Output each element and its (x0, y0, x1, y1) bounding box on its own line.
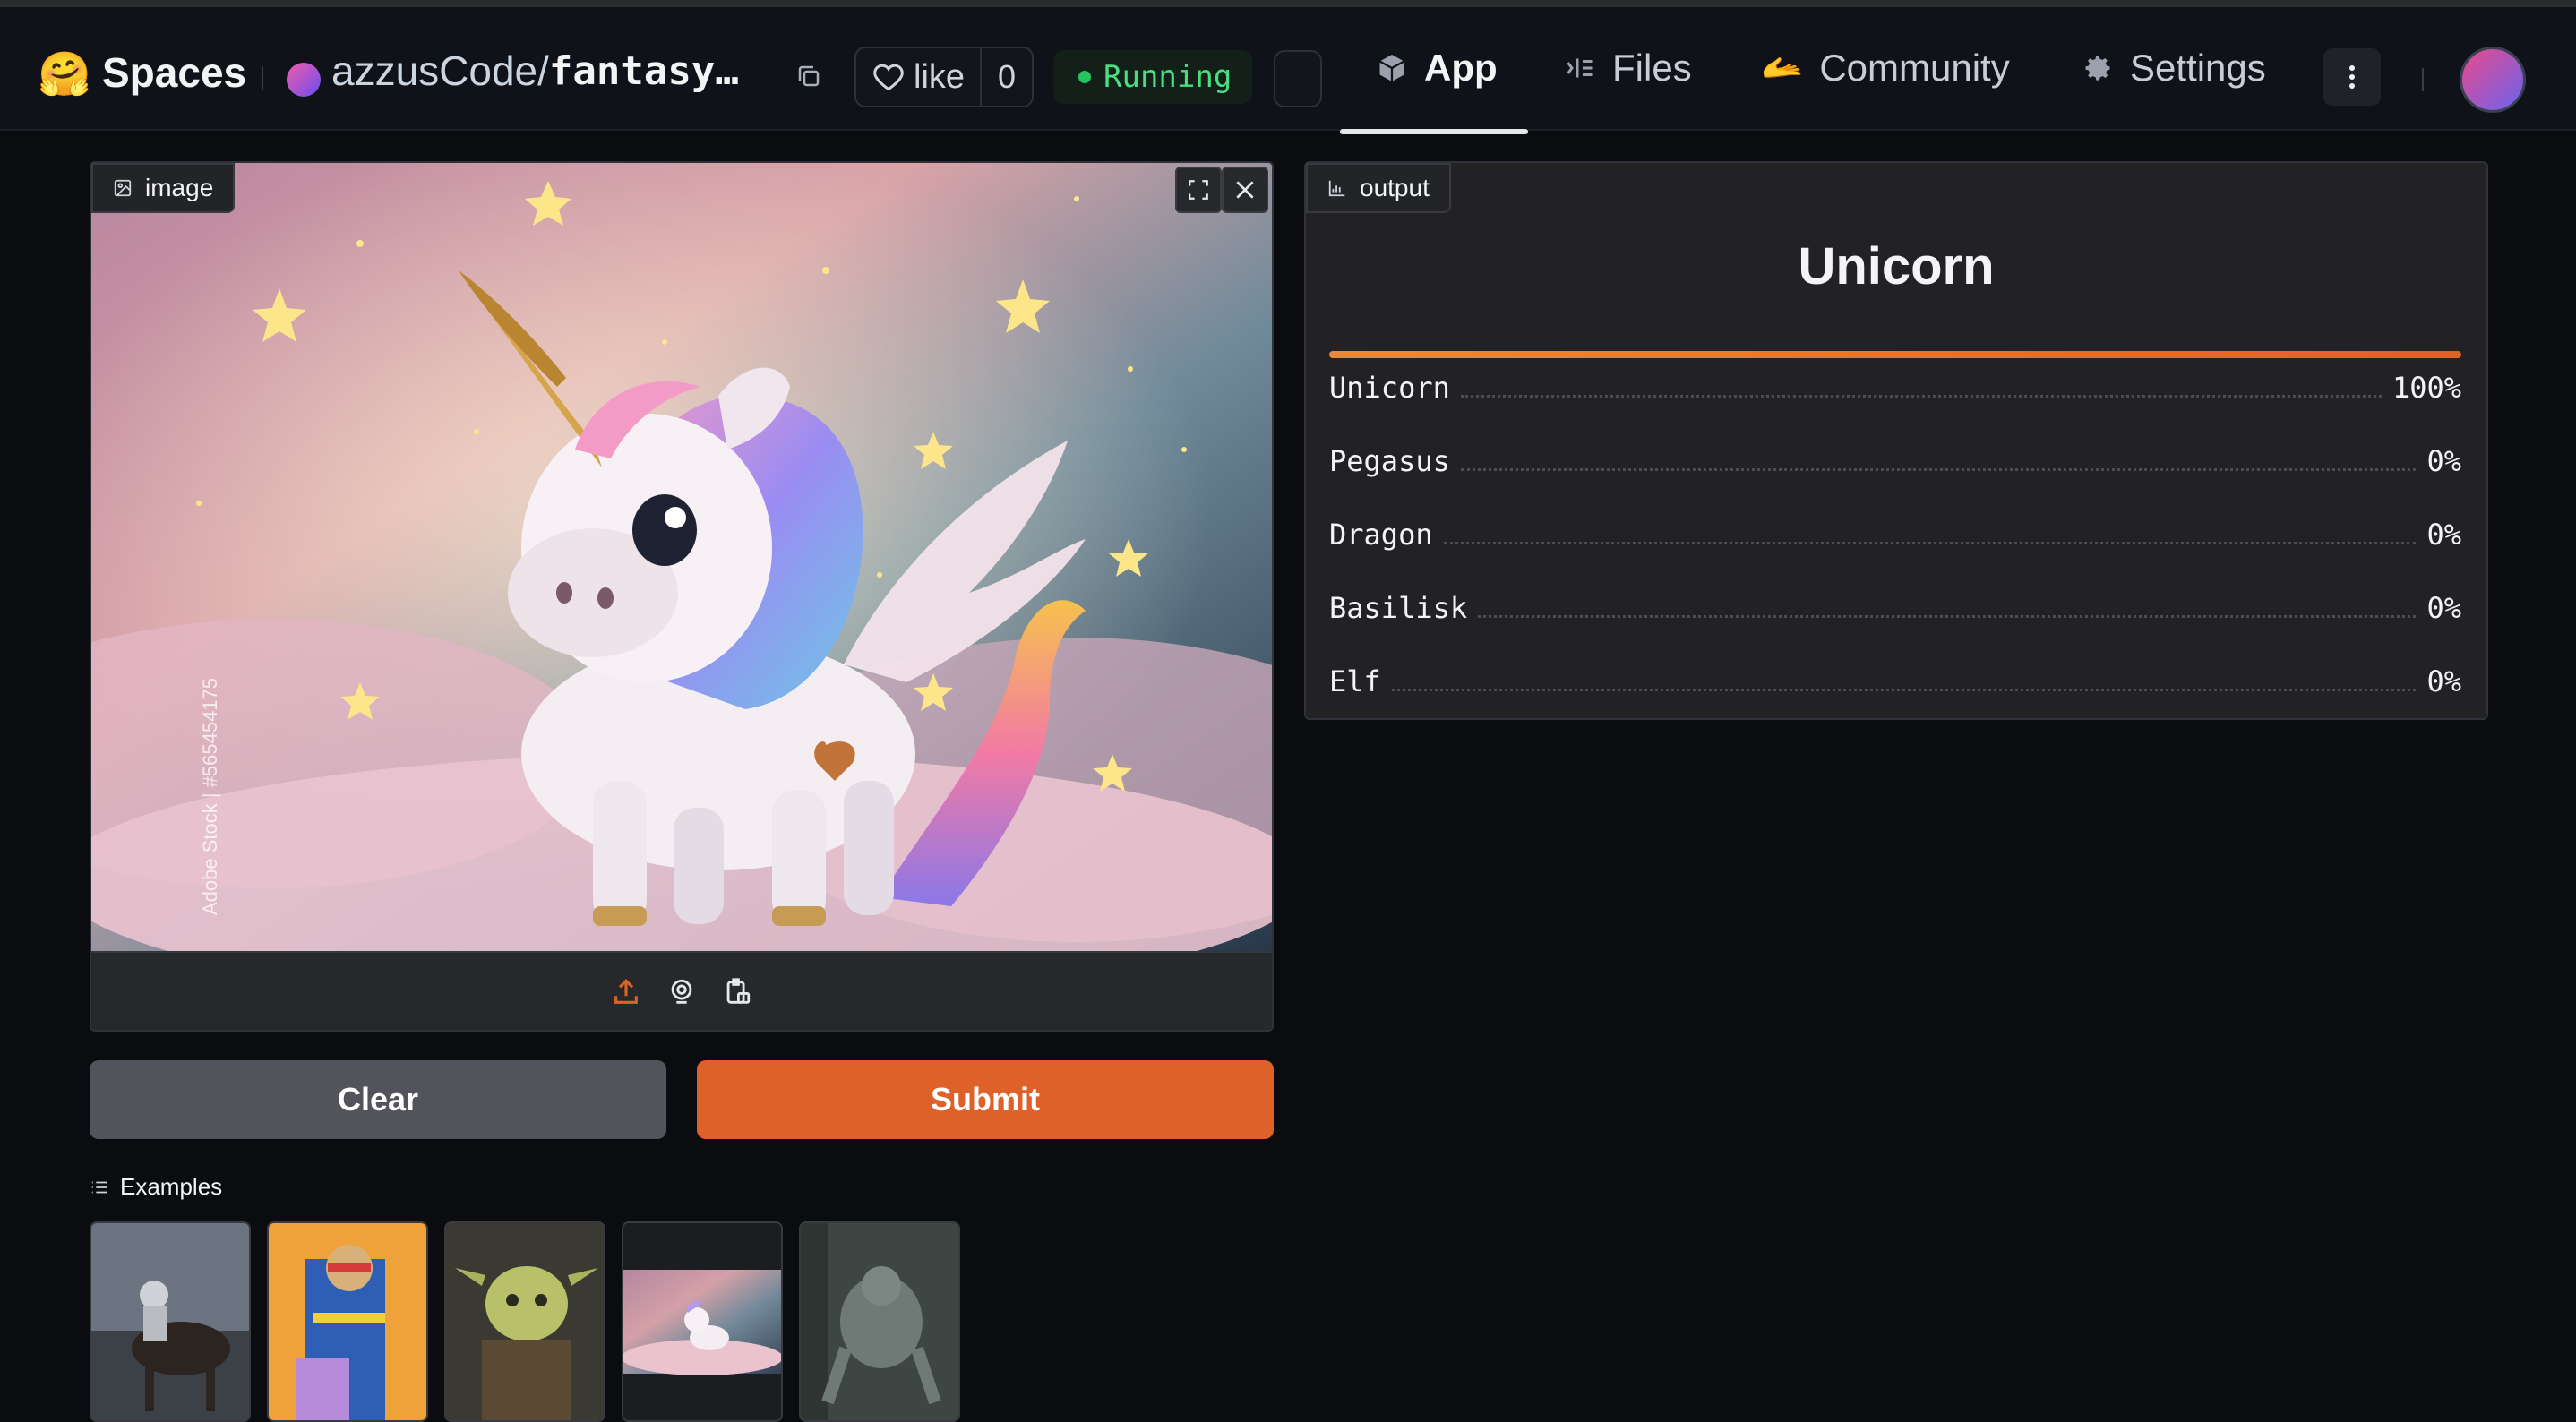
confidence-label: Unicorn (1329, 371, 1450, 405)
confidence-value: 0% (2426, 518, 2461, 552)
examples-label: Examples (120, 1173, 223, 1200)
leader-dots (1391, 689, 2417, 691)
confidence-row: Basilisk 0% (1329, 586, 2461, 625)
list-icon (91, 1181, 107, 1193)
example-centaur-image (91, 1223, 249, 1420)
confidence-label: Basilisk (1329, 591, 1468, 625)
like-button[interactable]: like 0 (854, 47, 1034, 107)
image-input-panel: image Adobe Stock | #565454175 (90, 161, 1274, 1032)
confidence-value: 100% (2391, 371, 2461, 405)
output-label: output (1306, 163, 1451, 213)
confidence-row: Dragon 0% (1329, 512, 2461, 552)
example-thumbnail[interactable] (444, 1221, 605, 1422)
confidence-value: 0% (2426, 444, 2461, 478)
tab-app-label: App (1424, 47, 1498, 89)
example-werewolf-image (801, 1223, 958, 1420)
example-goblin-image (446, 1223, 604, 1420)
clipboard-source-button[interactable] (719, 974, 755, 1010)
confidence-label: Elf (1329, 664, 1381, 698)
image-input-label: image (91, 163, 236, 213)
leader-dots (1478, 615, 2417, 618)
leader-dots (1460, 395, 2382, 398)
example-thumbnail[interactable] (622, 1221, 783, 1422)
community-hand-icon: 🫴 (1761, 49, 1804, 87)
fullscreen-icon (1189, 180, 1208, 200)
leader-dots (1460, 468, 2417, 471)
webcam-icon (671, 979, 692, 1004)
status-dot-icon (1078, 71, 1091, 83)
tab-settings[interactable]: Settings (2082, 47, 2266, 90)
user-avatar[interactable] (2460, 47, 2526, 113)
image-source-toolbar (91, 951, 1272, 1030)
upload-source-button[interactable] (608, 974, 644, 1010)
clear-button[interactable]: Clear (90, 1060, 666, 1139)
confidence-row: Unicorn 100% (1329, 365, 2461, 405)
status-text: Running (1103, 59, 1232, 95)
cube-icon (1378, 55, 1405, 81)
repo-breadcrumb: azzusCode / fantasy… (331, 47, 739, 95)
heart-icon (873, 64, 904, 91)
tab-community-label: Community (1819, 47, 2010, 89)
output-label-text: output (1360, 174, 1430, 201)
unicorn-image (91, 163, 1272, 951)
status-badge[interactable]: Running (1053, 50, 1252, 104)
close-icon (1236, 181, 1254, 199)
space-menu-button[interactable] (1274, 50, 1322, 107)
tab-app[interactable]: App (1376, 47, 1498, 90)
leader-dots (1443, 542, 2417, 544)
image-icon (114, 179, 132, 197)
example-unicorn-image (623, 1223, 781, 1420)
navbar-divider (2422, 68, 2424, 91)
clear-image-button[interactable] (1222, 167, 1268, 213)
owner-link[interactable]: azzusCode (331, 47, 537, 95)
active-tab-indicator (1340, 129, 1528, 134)
submit-button[interactable]: Submit (697, 1060, 1274, 1139)
confidence-label: Dragon (1329, 518, 1433, 552)
spaces-brand-link[interactable]: Spaces (102, 48, 246, 97)
confidence-value: 0% (2426, 664, 2461, 698)
top-navbar: 🤗 Spaces azzusCode / fantasy… like 0 Runni… (0, 7, 2576, 134)
tab-files-label: Files (1612, 47, 1692, 89)
navbar-divider (262, 66, 263, 90)
more-options-button[interactable] (2323, 48, 2381, 106)
confidence-row: Elf 0% (1329, 659, 2461, 698)
examples-header: Examples (90, 1173, 222, 1201)
example-hero-image (269, 1223, 426, 1420)
window-top-border (0, 0, 2576, 7)
uploaded-image[interactable]: image Adobe Stock | #565454175 (91, 163, 1272, 951)
tab-community[interactable]: 🫴 Community (1761, 47, 2010, 90)
image-label-text: image (145, 174, 214, 201)
tab-settings-label: Settings (2130, 47, 2266, 89)
confidence-label: Pegasus (1329, 444, 1450, 478)
bar-chart-icon (1328, 180, 1345, 197)
top-confidence-bar (1329, 351, 2461, 358)
more-vertical-icon (2349, 65, 2355, 89)
confidence-row: Pegasus 0% (1329, 439, 2461, 478)
owner-avatar (287, 63, 321, 97)
example-thumbnail[interactable] (90, 1221, 251, 1422)
hugging-face-logo-icon[interactable]: 🤗 (38, 48, 91, 99)
upload-icon (614, 979, 638, 1004)
output-panel: output Unicorn Unicorn 100% Pegasus 0% D… (1304, 161, 2488, 720)
repo-name-link[interactable]: fantasy… (549, 48, 739, 94)
breadcrumb-separator: / (537, 47, 549, 94)
fullscreen-button[interactable] (1175, 167, 1222, 213)
webcam-source-button[interactable] (664, 974, 700, 1010)
clipboard-icon (726, 978, 751, 1004)
tab-files[interactable]: Files (1564, 47, 1692, 90)
copy-icon[interactable] (795, 63, 822, 90)
gear-icon (2085, 56, 2110, 81)
files-icon (1567, 58, 1593, 78)
example-thumbnail[interactable] (799, 1221, 960, 1422)
like-count[interactable]: 0 (980, 48, 1032, 106)
predicted-label: Unicorn (1798, 237, 1995, 296)
confidence-value: 0% (2426, 591, 2461, 625)
like-label: like (914, 57, 966, 96)
example-thumbnail[interactable] (267, 1221, 428, 1422)
top-confidence-fill (1329, 351, 2461, 358)
stock-watermark: Adobe Stock | #565454175 (199, 677, 221, 915)
